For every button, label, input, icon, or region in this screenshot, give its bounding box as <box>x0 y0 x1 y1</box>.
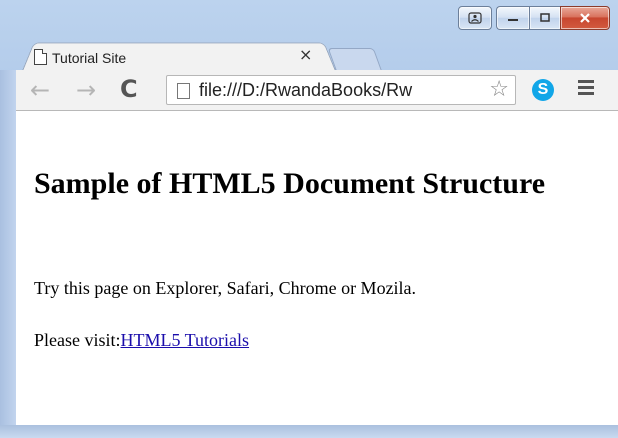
back-arrow-icon[interactable]: ← <box>30 78 50 102</box>
page-icon <box>34 49 47 65</box>
user-icon <box>468 12 482 24</box>
visit-paragraph: Please visit:HTML5 Tutorials <box>34 330 249 351</box>
new-tab-button[interactable] <box>327 48 383 72</box>
tab-close-icon[interactable]: × <box>299 46 312 64</box>
address-bar[interactable]: file:///D:/RwandaBooks/Rw ☆ <box>166 75 516 105</box>
hamburger-menu-icon[interactable] <box>578 80 594 96</box>
close-icon <box>580 13 590 23</box>
window-bottom-border <box>0 425 618 438</box>
forward-arrow-icon[interactable]: → <box>76 78 96 102</box>
maximize-button[interactable] <box>529 6 560 30</box>
page-icon <box>177 83 190 99</box>
visit-label: Please visit: <box>34 330 121 350</box>
page-heading: Sample of HTML5 Document Structure <box>34 167 546 200</box>
address-text[interactable]: file:///D:/RwandaBooks/Rw <box>199 80 412 101</box>
html5-tutorials-link[interactable]: HTML5 Tutorials <box>121 330 250 350</box>
bookmark-star-icon[interactable]: ☆ <box>487 78 509 102</box>
maximize-icon <box>540 13 550 22</box>
page-content <box>16 111 618 425</box>
minimize-button[interactable] <box>496 6 529 30</box>
window-left-border <box>0 70 16 430</box>
skype-extension-icon[interactable]: S <box>532 79 554 101</box>
user-profile-button[interactable] <box>458 6 492 30</box>
minimize-icon <box>508 19 518 21</box>
tab-title: Tutorial Site <box>52 50 127 66</box>
close-window-button[interactable] <box>560 6 610 30</box>
reload-icon[interactable]: C <box>120 76 138 102</box>
window-caption-buttons <box>458 6 610 32</box>
intro-paragraph: Try this page on Explorer, Safari, Chrom… <box>34 278 417 298</box>
